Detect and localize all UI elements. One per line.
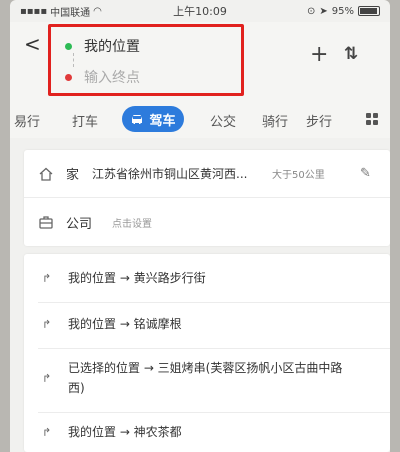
home-address: 江苏省徐州市铜山区黄河西... [92, 167, 248, 181]
tab-walk[interactable]: 步行 [306, 111, 332, 130]
home-distance: 大于50公里 [272, 170, 325, 181]
home-row[interactable]: 家 江苏省徐州市铜山区黄河西... 大于50公里 ✎ [24, 150, 390, 198]
tab-drive[interactable]: 驾车 [122, 106, 184, 132]
work-hint: 点击设置 [112, 218, 152, 230]
tab-bus[interactable]: 公交 [210, 111, 236, 130]
phone-screen: ▪▪▪▪ 中国联通 ◠ 上午10:09 ⊙ ➤ 95% < 我的位置 输入终点 … [10, 0, 390, 452]
route-arrow-icon: ↱ [42, 318, 52, 331]
edit-icon[interactable]: ✎ [360, 166, 371, 181]
tab-drive-label: 驾车 [149, 113, 176, 129]
swap-icon[interactable]: ⇅ [344, 44, 358, 64]
start-field[interactable]: 我的位置 [65, 36, 140, 56]
start-dot-icon [65, 42, 72, 50]
route-header: < 我的位置 输入终点 + ⇅ [10, 22, 390, 100]
end-field[interactable]: 输入终点 [65, 67, 140, 87]
divider [38, 412, 390, 413]
tab-bike[interactable]: 骑行 [262, 111, 288, 130]
history-item[interactable]: ↱ 我的位置 → 铭诚摩根 [24, 314, 390, 344]
history-text: 我的位置 → 黄兴路步行街 [68, 271, 206, 285]
car-icon [132, 115, 143, 124]
divider [38, 302, 390, 303]
route-arrow-icon: ↱ [42, 372, 52, 385]
history-text: 我的位置 → 铭诚摩根 [68, 317, 182, 331]
route-divider [73, 53, 74, 67]
tab-taxi[interactable]: 打车 [72, 111, 98, 130]
route-arrow-icon: ↱ [42, 272, 52, 285]
work-row[interactable]: 公司 点击设置 [24, 198, 390, 246]
history-card: ↱ 我的位置 → 黄兴路步行街 ↱ 我的位置 → 铭诚摩根 ↱ 已选择的位置 →… [24, 254, 390, 452]
more-grid-icon[interactable] [366, 113, 378, 125]
briefcase-icon [39, 216, 53, 229]
tab-yixing[interactable]: 易行 [14, 111, 40, 130]
home-icon [39, 167, 53, 181]
home-label: 家 [66, 168, 80, 183]
add-waypoint-icon[interactable]: + [310, 42, 328, 67]
history-item[interactable]: ↱ 我的位置 → 黄兴路步行街 [24, 268, 390, 298]
history-item[interactable]: ↱ 已选择的位置 → 三姐烤串(芙蓉区扬帆小区古曲中路西) [24, 358, 390, 404]
end-dot-icon [65, 73, 72, 81]
status-time: 上午10:09 [173, 5, 227, 18]
divider [38, 348, 390, 349]
back-icon[interactable]: < [24, 32, 41, 56]
favorites-card: 家 江苏省徐州市铜山区黄河西... 大于50公里 ✎ 公司 点击设置 [24, 150, 390, 246]
history-text: 我的位置 → 神农茶都 [68, 425, 182, 439]
transport-tabs: 易行 打车 驾车 公交 骑行 步行 [10, 100, 390, 138]
route-arrow-icon: ↱ [42, 426, 52, 439]
battery-icon [358, 6, 380, 16]
history-text: 已选择的位置 → 三姐烤串(芙蓉区扬帆小区古曲中路西) [68, 361, 343, 395]
status-bar: ▪▪▪▪ 中国联通 ◠ 上午10:09 ⊙ ➤ 95% [10, 0, 390, 22]
start-text: 我的位置 [84, 39, 140, 55]
end-placeholder: 输入终点 [84, 70, 140, 86]
history-item[interactable]: ↱ 我的位置 → 神农茶都 [24, 422, 390, 452]
work-label: 公司 [66, 216, 93, 232]
route-input-box: 我的位置 输入终点 [48, 24, 244, 96]
